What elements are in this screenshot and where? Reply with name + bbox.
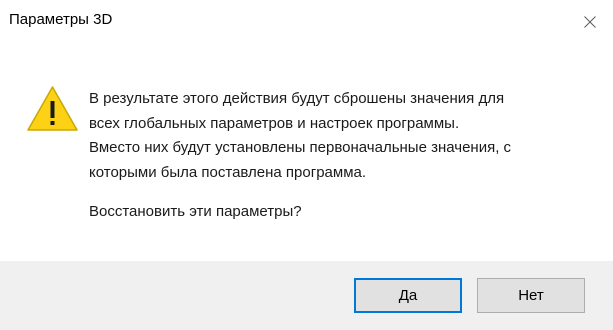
message-line: всех глобальных параметров и настроек пр… bbox=[89, 114, 460, 132]
message-line: которыми была поставлена программа. bbox=[89, 163, 367, 181]
title-bar: Параметры 3D bbox=[0, 0, 613, 44]
no-button[interactable]: Нет bbox=[477, 278, 585, 313]
warning-icon bbox=[27, 86, 78, 131]
message-text: В результате этого действия будут сброше… bbox=[89, 87, 594, 185]
yes-button[interactable]: Да bbox=[354, 278, 462, 313]
window-title: Параметры 3D bbox=[9, 11, 113, 28]
message-line: Вместо них будут установлены первоначаль… bbox=[89, 139, 512, 156]
message-line: В результате этого действия будут сброше… bbox=[89, 90, 505, 107]
button-bar: Да Нет bbox=[0, 261, 613, 330]
close-icon bbox=[584, 16, 596, 28]
close-button[interactable] bbox=[567, 0, 613, 44]
reset-3d-settings-dialog: Параметры 3D В результате этого действия… bbox=[0, 0, 613, 330]
confirmation-question: Восстановить эти параметры? bbox=[89, 203, 302, 220]
